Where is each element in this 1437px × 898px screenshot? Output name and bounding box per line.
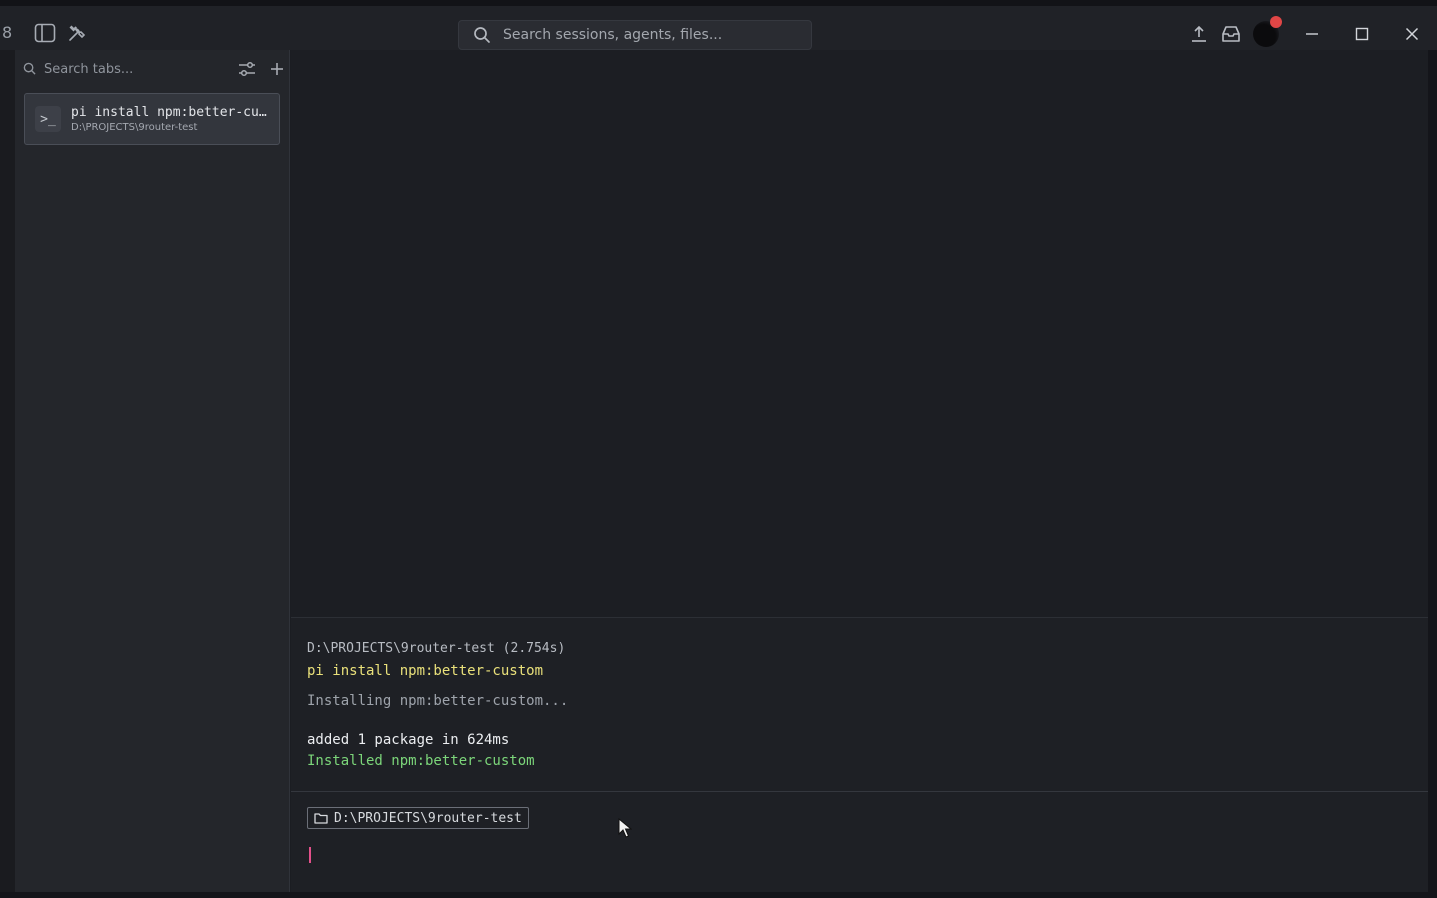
tab-search-input[interactable]: Search tabs... xyxy=(23,58,288,80)
global-search-input[interactable]: Search sessions, agents, files... xyxy=(458,20,812,50)
title-bar-left: 8 xyxy=(0,20,90,46)
maximize-button[interactable] xyxy=(1337,18,1387,50)
terminal-icon: >_ xyxy=(35,106,61,132)
terminal-divider xyxy=(291,791,1428,792)
main-panel: D:\PROJECTS\9router-test (2.754s) pi ins… xyxy=(291,50,1428,892)
tab-item[interactable]: >_ pi install npm:better-cu… D:\PROJECTS… xyxy=(24,93,280,145)
title-bar: 8 Search sessions, agents, files... xyxy=(0,0,1437,50)
notification-dot xyxy=(1270,16,1282,28)
folder-icon xyxy=(314,813,328,824)
tab-path: D:\PROJECTS\9router-test xyxy=(71,122,198,133)
search-icon xyxy=(23,60,36,79)
inbox-icon[interactable] xyxy=(1215,18,1247,50)
global-search-placeholder: Search sessions, agents, files... xyxy=(503,27,723,43)
minimize-button[interactable] xyxy=(1287,18,1337,50)
tools-icon[interactable] xyxy=(64,20,90,46)
command-line: pi install npm:better-custom xyxy=(307,663,544,679)
cwd-chip[interactable]: D:\PROJECTS\9router-test xyxy=(307,807,529,829)
content-area xyxy=(291,50,1428,618)
background-window-edge xyxy=(0,50,15,892)
text-cursor[interactable] xyxy=(309,847,311,863)
filter-icon[interactable] xyxy=(236,61,258,77)
tab-search-placeholder: Search tabs... xyxy=(44,61,134,77)
close-button[interactable] xyxy=(1387,18,1437,50)
tabs-sidebar: Search tabs... >_ pi install npm:better-… xyxy=(15,50,290,892)
app-edge-icon: 8 xyxy=(2,23,13,42)
user-avatar[interactable] xyxy=(1253,16,1282,47)
cwd-text: D:\PROJECTS\9router-test xyxy=(334,810,522,826)
command-path-line: D:\PROJECTS\9router-test (2.754s) xyxy=(307,641,566,656)
upload-icon[interactable] xyxy=(1183,18,1215,50)
tab-title: pi install npm:better-cu… xyxy=(71,105,267,120)
mouse-pointer-icon xyxy=(618,817,633,842)
installing-line: Installing npm:better-custom... xyxy=(307,693,569,709)
installed-line: Installed npm:better-custom xyxy=(307,753,535,769)
terminal-output[interactable]: D:\PROJECTS\9router-test (2.754s) pi ins… xyxy=(291,619,1428,892)
toggle-sidebar-icon[interactable] xyxy=(32,20,58,46)
search-icon xyxy=(474,27,490,43)
new-tab-icon[interactable] xyxy=(266,62,288,76)
window-bottom-edge xyxy=(0,892,1437,898)
added-line: added 1 package in 624ms xyxy=(307,732,510,748)
title-bar-right xyxy=(1183,16,1437,50)
window-right-edge xyxy=(1428,50,1437,898)
